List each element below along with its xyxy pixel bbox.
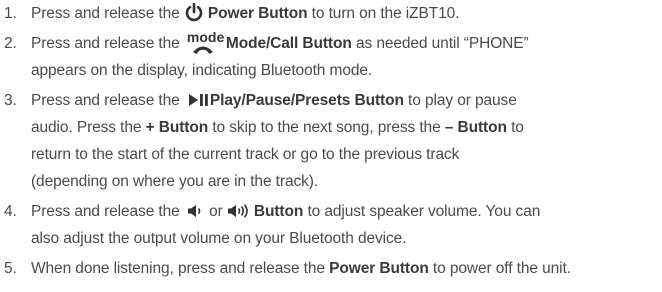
plus-button-label: + Button: [145, 119, 209, 136]
text-run: Press and release the: [31, 5, 184, 22]
text-run: Press and release the: [31, 92, 184, 109]
text-run: audio. Press the: [31, 119, 146, 136]
text-run: as needed until “PHONE”: [351, 35, 529, 52]
play-pause-icon: [188, 93, 210, 107]
step-number: 5.: [4, 260, 17, 277]
text-run: to: [506, 119, 524, 136]
text-run: to turn on the iZBT10.: [307, 5, 460, 22]
text-run: When done listening, press and release t…: [31, 260, 330, 277]
step-number: 4.: [4, 203, 17, 220]
mode-icon-label: mode: [186, 29, 225, 45]
step-text: audio. Press the + Button to skip to the…: [31, 116, 524, 140]
step-number: 1.: [4, 5, 17, 22]
power-button-label: Power Button: [207, 5, 308, 22]
step-text: Press and release the Power Button to tu…: [31, 2, 459, 26]
text-run: Press and release the: [31, 203, 184, 220]
step-text: Press and release the or Button to adjus…: [31, 200, 540, 224]
text-run: to play or pause: [403, 92, 517, 109]
step-text: When done listening, press and release t…: [31, 257, 571, 281]
minus-button-label: – Button: [444, 119, 507, 136]
step-text: Press and release the Play/Pause/Presets…: [31, 89, 517, 113]
text-run: (depending on where you are in the track…: [31, 173, 319, 190]
text-run: return to the start of the current track…: [31, 146, 460, 163]
step-text: Press and release the mode Mode/Call But…: [31, 29, 529, 56]
power-icon: [184, 2, 204, 22]
text-run: Press and release the: [31, 35, 184, 52]
volume-down-icon: [187, 204, 205, 218]
step-number: 2.: [4, 35, 17, 52]
text-run: to skip to the next song, press the: [208, 119, 445, 136]
text-run: to adjust speaker volume. You can: [303, 203, 541, 220]
mode-call-button-label: Mode/Call Button: [225, 35, 352, 52]
phone-icon: [192, 45, 214, 55]
power-button-label: Power Button: [329, 260, 429, 277]
text-run: to power off the unit.: [428, 260, 571, 277]
volume-up-icon: [227, 204, 251, 218]
text-run: or: [204, 203, 227, 220]
text-run: also adjust the output volume on your Bl…: [31, 230, 407, 247]
step-number: 3.: [4, 92, 17, 109]
text-run: appears on the display, indicating Bluet…: [31, 62, 373, 79]
play-pause-presets-button-label: Play/Pause/Presets Button: [209, 92, 404, 109]
mode-phone-icon: mode: [184, 29, 225, 56]
volume-button-label: Button: [253, 203, 304, 220]
